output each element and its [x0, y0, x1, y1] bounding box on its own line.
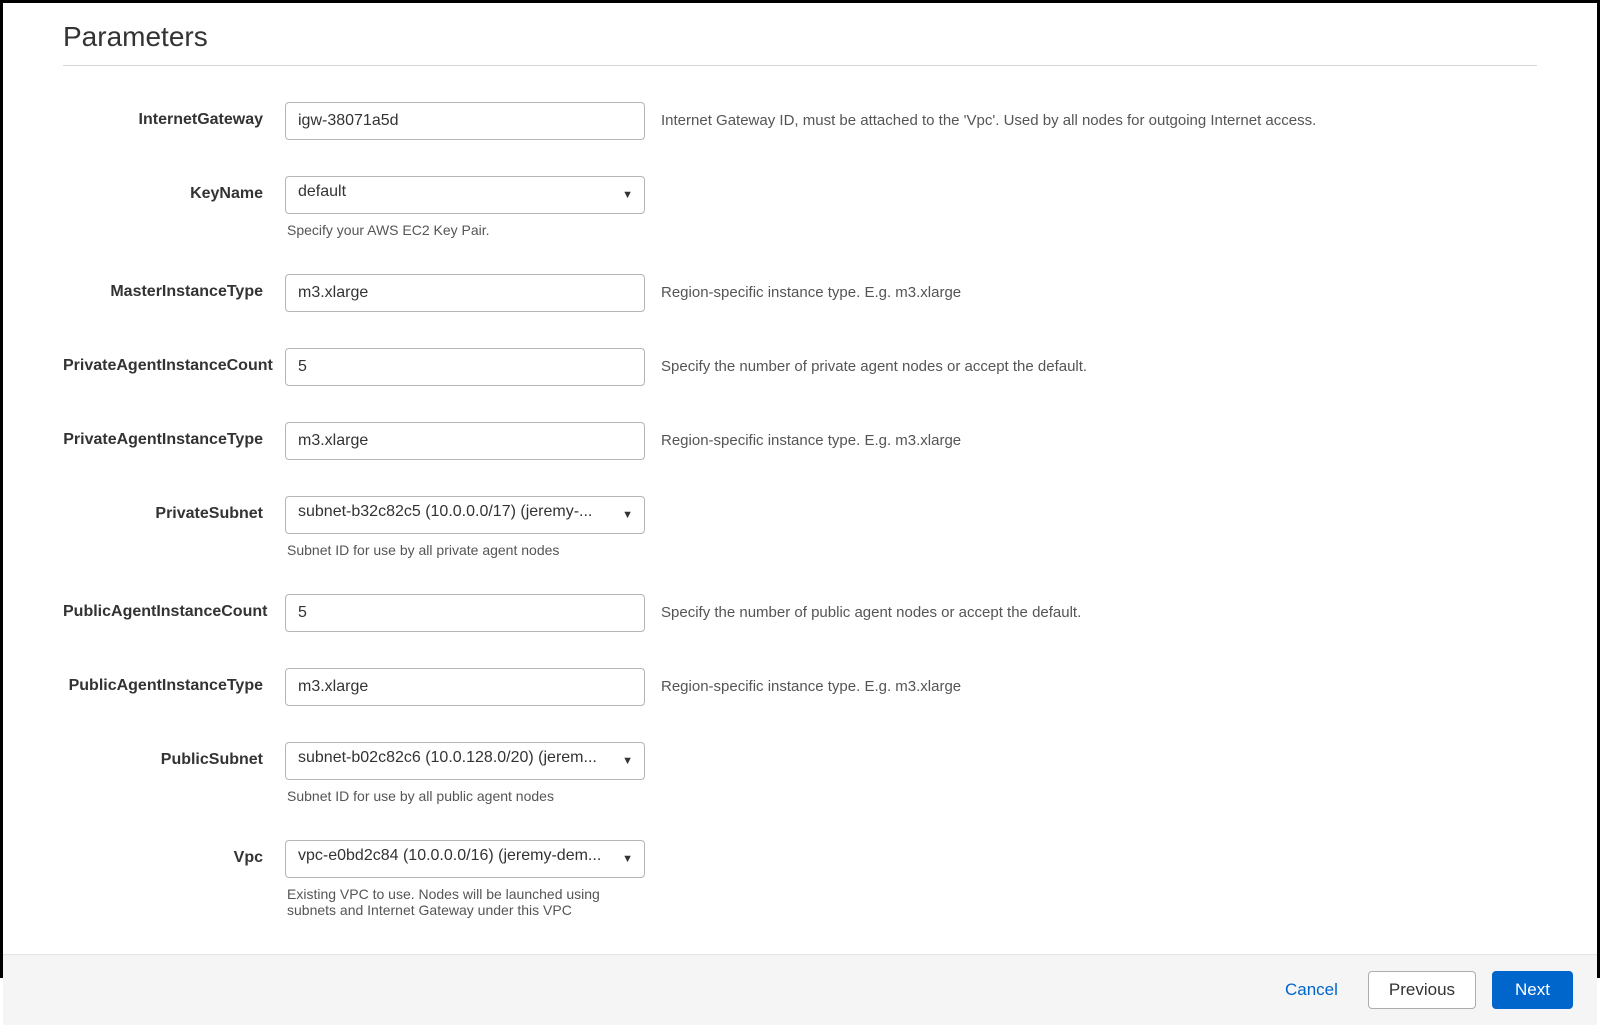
help-vpc: Existing VPC to use. Nodes will be launc… [285, 886, 645, 918]
row-private-agent-instance-type: PrivateAgentInstanceType Region-specific… [63, 422, 1537, 460]
row-private-subnet: PrivateSubnet subnet-b32c82c5 (10.0.0.0/… [63, 496, 1537, 558]
label-private-subnet: PrivateSubnet [155, 504, 263, 525]
label-key-name: KeyName [190, 184, 263, 205]
page-title: Parameters [63, 21, 1537, 66]
label-private-agent-instance-count: PrivateAgentInstanceCount [63, 356, 273, 377]
label-public-subnet: PublicSubnet [161, 750, 263, 771]
row-public-agent-instance-count: PublicAgentInstanceCount Specify the num… [63, 594, 1537, 632]
row-master-instance-type: MasterInstanceType Region-specific insta… [63, 274, 1537, 312]
desc-master-instance-type: Region-specific instance type. E.g. m3.x… [661, 284, 961, 301]
desc-private-agent-instance-count: Specify the number of private agent node… [661, 358, 1087, 375]
label-public-agent-instance-type: PublicAgentInstanceType [69, 676, 263, 697]
next-button[interactable]: Next [1492, 971, 1573, 1009]
row-public-agent-instance-type: PublicAgentInstanceType Region-specific … [63, 668, 1537, 706]
desc-internet-gateway: Internet Gateway ID, must be attached to… [661, 112, 1316, 129]
select-public-subnet[interactable]: subnet-b02c82c6 (10.0.128.0/20) (jerem..… [285, 742, 645, 780]
desc-public-agent-instance-count: Specify the number of public agent nodes… [661, 604, 1081, 621]
label-vpc: Vpc [234, 848, 263, 869]
row-internet-gateway: InternetGateway Internet Gateway ID, mus… [63, 102, 1537, 140]
select-private-subnet[interactable]: subnet-b32c82c5 (10.0.0.0/17) (jeremy-..… [285, 496, 645, 534]
desc-private-agent-instance-type: Region-specific instance type. E.g. m3.x… [661, 432, 961, 449]
label-internet-gateway: InternetGateway [139, 110, 263, 131]
parameters-form: InternetGateway Internet Gateway ID, mus… [63, 102, 1537, 954]
label-public-agent-instance-count: PublicAgentInstanceCount [63, 602, 267, 623]
select-vpc[interactable]: vpc-e0bd2c84 (10.0.0.0/16) (jeremy-dem..… [285, 840, 645, 878]
help-public-subnet: Subnet ID for use by all public agent no… [285, 788, 645, 804]
input-public-agent-instance-count[interactable] [285, 594, 645, 632]
input-master-instance-type[interactable] [285, 274, 645, 312]
footer-bar: Cancel Previous Next [3, 954, 1597, 1025]
label-private-agent-instance-type: PrivateAgentInstanceType [63, 430, 263, 451]
desc-public-agent-instance-type: Region-specific instance type. E.g. m3.x… [661, 678, 961, 695]
help-key-name: Specify your AWS EC2 Key Pair. [285, 222, 645, 238]
row-vpc: Vpc vpc-e0bd2c84 (10.0.0.0/16) (jeremy-d… [63, 840, 1537, 918]
cancel-button[interactable]: Cancel [1271, 972, 1352, 1008]
select-key-name[interactable]: default [285, 176, 645, 214]
previous-button[interactable]: Previous [1368, 971, 1476, 1009]
row-key-name: KeyName default ▼ Specify your AWS EC2 K… [63, 176, 1537, 238]
input-private-agent-instance-count[interactable] [285, 348, 645, 386]
input-private-agent-instance-type[interactable] [285, 422, 645, 460]
row-public-subnet: PublicSubnet subnet-b02c82c6 (10.0.128.0… [63, 742, 1537, 804]
row-private-agent-instance-count: PrivateAgentInstanceCount Specify the nu… [63, 348, 1537, 386]
input-public-agent-instance-type[interactable] [285, 668, 645, 706]
help-private-subnet: Subnet ID for use by all private agent n… [285, 542, 645, 558]
label-master-instance-type: MasterInstanceType [110, 282, 263, 303]
input-internet-gateway[interactable] [285, 102, 645, 140]
